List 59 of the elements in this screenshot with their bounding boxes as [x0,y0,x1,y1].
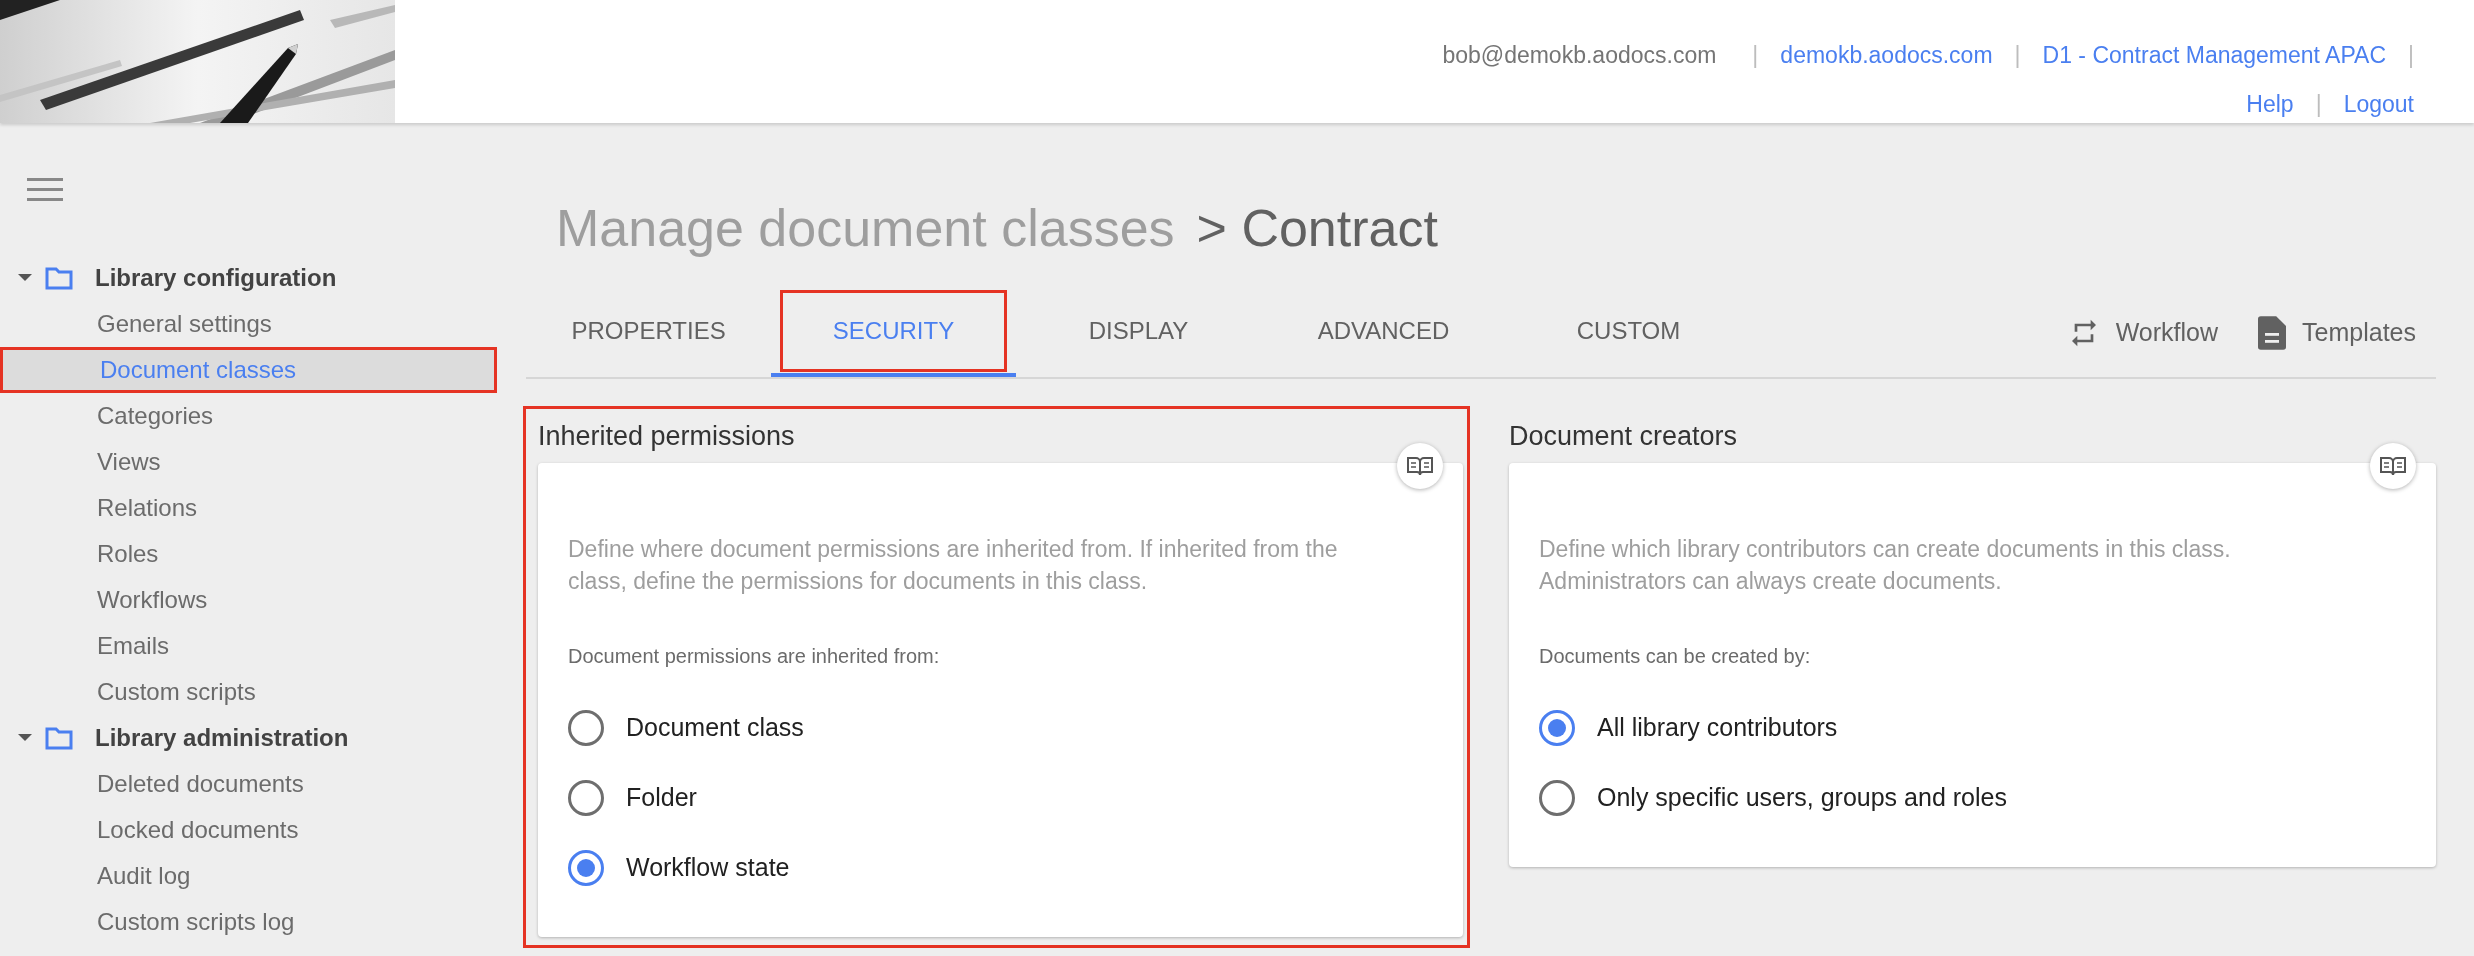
document-icon [2258,315,2287,351]
book-icon [1407,456,1433,476]
radio-button[interactable] [1539,710,1575,746]
radio-button[interactable] [1539,780,1575,816]
radio-button[interactable] [568,850,604,886]
folder-icon [45,266,73,290]
header-link[interactable]: demokb.aodocs.com [1780,38,1993,73]
header-link[interactable]: D1 - Contract Management APAC [2042,38,2386,73]
manual-button[interactable] [2370,443,2416,489]
radio-label[interactable]: Document class [626,709,804,747]
tab[interactable]: CUSTOM [1523,290,1734,372]
separator: | [2315,89,2322,119]
header-link[interactable]: Logout [2343,86,2414,121]
sidebar-item[interactable]: Workflows [0,577,497,623]
sidebar-item[interactable]: General settings [0,301,497,347]
sidebar-item[interactable]: Locked documents [0,807,497,853]
caret-icon[interactable] [17,273,33,283]
field-label: Documents can be created by: [1539,644,1812,669]
field-label: Document permissions are inherited from: [568,644,941,669]
description-text: Define where document permissions are inherited from. If inherited from the class, define the permissions for documents in this class. [568,535,1339,596]
radio-label[interactable]: Folder [626,779,697,817]
sidebar-item[interactable]: Document classes [0,347,497,393]
section-title: Inherited permissions [538,419,796,453]
separator: | [2408,41,2414,70]
menu-icon[interactable] [27,177,63,203]
manual-button[interactable] [1397,443,1443,489]
sidebar-item[interactable]: Categories [0,393,497,439]
radio-button[interactable] [568,710,604,746]
breadcrumb-link[interactable]: Manage document classes [556,189,1175,267]
tab[interactable]: DISPLAY [1035,290,1242,372]
radio-label[interactable]: Workflow state [626,849,790,887]
radio-button[interactable] [568,780,604,816]
sidebar-item[interactable]: Roles [0,531,497,577]
tree-group-label[interactable]: Library configuration [95,260,337,296]
sidebar-item[interactable]: Audit log [0,853,497,899]
description-text: Define which library contributors can create documents in this class. Administrators can always create documents. [1539,535,2232,596]
workflow-button[interactable]: Workflow [2067,314,2219,352]
folder-icon [45,726,73,750]
tab[interactable]: SECURITY [779,290,1008,372]
user-email: bob@demokb.aodocs.com [1442,41,1717,70]
tab[interactable]: ADVANCED [1264,290,1503,372]
radio-label[interactable]: Only specific users, groups and roles [1597,779,2007,817]
section-title: Document creators [1509,419,1739,453]
tab[interactable]: PROPERTIES [518,290,779,372]
separator: | [2014,41,2021,70]
caret-icon[interactable] [17,733,33,743]
templates-button[interactable]: Templates [2258,314,2416,352]
sidebar-item[interactable]: Emails [0,623,497,669]
sidebar-item[interactable]: Deleted documents [0,761,497,807]
sidebar-item[interactable]: Views [0,439,497,485]
book-icon [2380,456,2406,476]
radio-label[interactable]: All library contributors [1597,709,1838,747]
sidebar-item[interactable]: Custom scripts [0,669,497,715]
page-title: > Contract [1196,198,1438,259]
separator: | [1752,41,1759,70]
sidebar-item[interactable]: Relations [0,485,497,531]
header-link[interactable]: Help [2246,86,2294,121]
tree-group-label[interactable]: Library administration [95,720,349,756]
sidebar-item[interactable]: Custom scripts log [0,899,497,945]
